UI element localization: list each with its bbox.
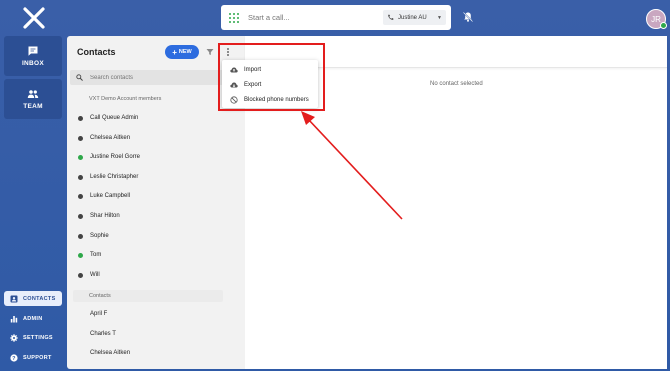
nav-team-label: TEAM (23, 103, 43, 110)
presence-dot (78, 252, 83, 258)
presence-dot (78, 135, 83, 141)
dialpad-icon[interactable] (228, 12, 240, 24)
member-name: Leslie Christapher (90, 174, 139, 180)
nav-settings[interactable]: SETTINGS (4, 330, 62, 345)
user-avatar[interactable]: JR (646, 9, 667, 29)
member-row[interactable]: Leslie Christapher (78, 170, 238, 184)
member-name: Will (90, 272, 100, 278)
presence-dot (78, 272, 83, 278)
contact-row[interactable]: April F (78, 307, 238, 321)
caller-id-label: Justine AU (398, 14, 427, 21)
member-row[interactable]: Call Queue Admin (78, 111, 238, 125)
search-icon (76, 74, 83, 81)
plus-icon: + (172, 47, 177, 57)
member-name: Call Queue Admin (90, 115, 139, 121)
nav-admin-label: ADMIN (23, 315, 43, 322)
member-name: Tom (90, 252, 102, 258)
nav-team[interactable]: TEAM (4, 79, 62, 119)
member-row[interactable]: Luke Campbell (78, 189, 238, 203)
filter-icon[interactable] (206, 48, 214, 56)
chevron-down-icon: ▼ (437, 14, 442, 21)
presence-dot (78, 233, 83, 239)
help-icon: ? (10, 353, 18, 362)
notifications-off-icon[interactable] (462, 11, 474, 23)
nav-contacts-label: CONTACTS (23, 295, 56, 302)
contact-name: Charles T (90, 331, 116, 337)
avatar-initials: JR (651, 14, 661, 24)
group-label-members: VXT Demo Account members (89, 96, 162, 102)
nav-inbox[interactable]: INBOX (4, 36, 62, 76)
phone-icon (388, 14, 394, 20)
member-name: Luke Campbell (90, 193, 131, 199)
presence-dot (78, 115, 83, 121)
member-name: Justine Roel Gorre (90, 154, 141, 160)
member-name: Shar Hilton (90, 213, 120, 219)
member-row[interactable]: Tom (78, 248, 238, 262)
nav-inbox-label: INBOX (21, 60, 45, 67)
call-bar: Justine AU ▼ (221, 5, 451, 30)
empty-state-text: No contact selected (430, 81, 483, 87)
caller-id-select[interactable]: Justine AU ▼ (383, 10, 446, 25)
nav-support-label: SUPPORT (23, 354, 52, 361)
team-icon (27, 90, 39, 98)
nav-contacts[interactable]: CONTACTS (4, 291, 62, 306)
online-status-dot (660, 22, 667, 29)
member-name: Sophie (90, 233, 109, 239)
contact-name: April F (90, 311, 108, 317)
nav-admin[interactable]: ADMIN (4, 311, 62, 326)
search-contacts-input[interactable] (90, 74, 230, 81)
new-contact-button[interactable]: + NEW (165, 45, 199, 59)
search-contacts-box (70, 70, 242, 85)
group-label-contacts: Contacts (73, 290, 223, 302)
annotation-highlight-box (218, 43, 325, 111)
presence-dot (78, 174, 83, 180)
contact-name: Chelsea Aitken (90, 350, 131, 356)
gear-icon (10, 333, 18, 342)
start-call-input[interactable] (248, 13, 368, 22)
contact-row[interactable]: Charles T (78, 327, 238, 341)
member-row[interactable]: Chelsea Aitken (78, 131, 238, 145)
contacts-icon (10, 295, 18, 302)
member-name: Chelsea Aitken (90, 135, 131, 141)
contacts-title: Contacts (77, 47, 116, 57)
admin-chart-icon (10, 315, 18, 322)
svg-text:?: ? (12, 356, 16, 362)
presence-dot (78, 213, 83, 219)
vxt-logo (23, 7, 45, 29)
presence-dot (78, 193, 83, 199)
member-row[interactable]: Will (78, 268, 238, 282)
inbox-icon (28, 46, 38, 56)
member-row[interactable]: Sophie (78, 229, 238, 243)
contact-row[interactable]: Chelsea Aitken (78, 346, 238, 360)
member-row[interactable]: Justine Roel Gorre (78, 150, 238, 164)
presence-dot (78, 154, 83, 160)
nav-settings-label: SETTINGS (23, 334, 53, 341)
new-button-label: NEW (178, 49, 192, 55)
nav-support[interactable]: ? SUPPORT (4, 350, 62, 365)
member-row[interactable]: Shar Hilton (78, 209, 238, 223)
